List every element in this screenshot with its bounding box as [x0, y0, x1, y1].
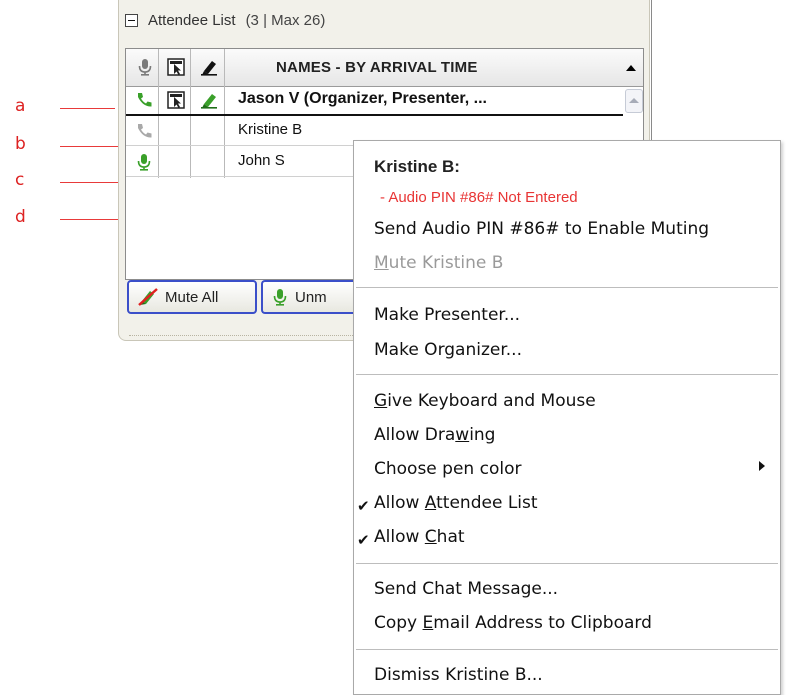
menu-item-allow-drawing[interactable]: Allow Drawing: [374, 425, 495, 445]
menu-separator: [356, 649, 778, 650]
scroll-up-button[interactable]: [625, 89, 643, 113]
menu-item-send-audio-pin[interactable]: Send Audio PIN #86# to Enable Muting: [374, 219, 709, 239]
submenu-arrow-icon: [759, 461, 765, 471]
annotation-label-d: d: [15, 207, 26, 227]
annotation-label-c: c: [15, 170, 25, 190]
menu-item-make-presenter[interactable]: Make Presenter...: [374, 305, 520, 325]
pen-active-icon: [201, 94, 217, 109]
menu-item-dismiss[interactable]: Dismiss Kristine B...: [374, 665, 543, 685]
menu-item-give-keyboard-mouse[interactable]: Give Keyboard and Mouse: [374, 391, 596, 411]
menu-item-allow-attendee-list[interactable]: Allow Attendee List: [374, 493, 538, 513]
presenter-header-icon[interactable]: [167, 58, 185, 76]
sort-ascending-icon[interactable]: [626, 65, 636, 71]
collapse-button[interactable]: [125, 13, 138, 27]
microphone-active-icon: [137, 154, 151, 171]
audio-pin-warning: - Audio PIN #86# Not Entered: [380, 189, 578, 206]
menu-item-choose-pen-color[interactable]: Choose pen color: [374, 459, 521, 479]
presenter-icon: [167, 91, 185, 109]
mute-all-label: Mute All: [165, 288, 219, 306]
names-column-header[interactable]: NAMES - BY ARRIVAL TIME: [276, 59, 478, 76]
annotation-label-b: b: [15, 134, 26, 154]
phone-inactive-icon: [138, 124, 152, 138]
attendee-count: (3 | Max 26): [245, 11, 326, 29]
microphone-icon: [273, 289, 287, 306]
menu-separator: [356, 374, 778, 375]
mute-all-button[interactable]: Mute All: [127, 280, 257, 314]
scrollbar[interactable]: [623, 86, 643, 116]
unmute-all-button[interactable]: Unm: [261, 280, 361, 314]
menu-item-allow-chat[interactable]: Allow Chat: [374, 527, 465, 547]
pen-header-icon[interactable]: [200, 58, 218, 76]
annotation-label-a: a: [15, 96, 26, 116]
menu-header: Kristine B:: [374, 157, 460, 176]
menu-separator: [356, 563, 778, 564]
checkmark-icon: ✔: [357, 532, 370, 549]
annotation-line-a: [60, 108, 115, 109]
attendee-name: John S: [238, 152, 285, 169]
menu-item-mute[interactable]: Mute Kristine B: [374, 253, 503, 273]
attendee-name: Kristine B: [238, 121, 303, 138]
panel-title: Attendee List: [148, 11, 236, 29]
unmute-all-label: Unm: [295, 288, 327, 306]
attendee-panel-header: Attendee List (3 | Max 26): [125, 10, 325, 30]
menu-item-make-organizer[interactable]: Make Organizer...: [374, 340, 522, 360]
microphone-header-icon[interactable]: [136, 58, 154, 76]
context-menu: Kristine B: - Audio PIN #86# Not Entered…: [353, 140, 781, 695]
checkmark-icon: ✔: [357, 498, 370, 515]
menu-item-copy-email[interactable]: Copy Email Address to Clipboard: [374, 613, 652, 633]
mute-icon: [138, 288, 158, 306]
attendee-row[interactable]: Jason V (Organizer, Presenter, ...: [126, 86, 623, 116]
menu-separator: [356, 287, 778, 288]
window-divider: [651, 0, 652, 140]
menu-item-send-chat-message[interactable]: Send Chat Message...: [374, 579, 558, 599]
attendee-name: Jason V (Organizer, Presenter, ...: [238, 90, 487, 107]
attendee-list-header: NAMES - BY ARRIVAL TIME: [126, 49, 643, 87]
phone-active-icon: [138, 93, 152, 107]
